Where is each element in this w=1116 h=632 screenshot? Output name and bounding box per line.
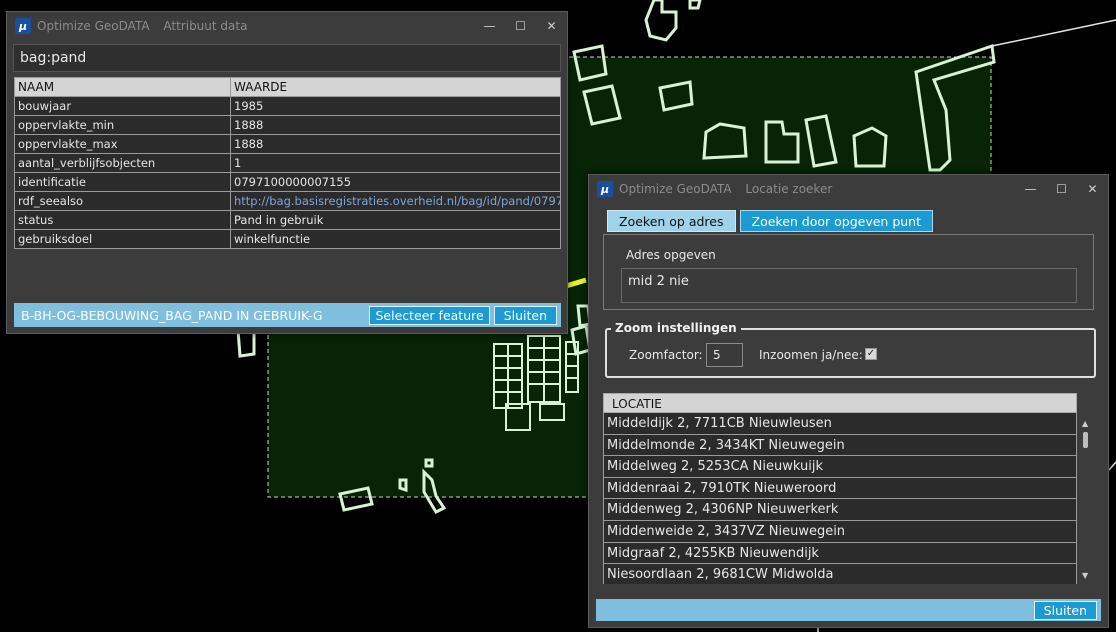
list-item[interactable]: Middeldijk 2, 7711CB Nieuwleusen (603, 413, 1077, 435)
list-item[interactable]: Middelweg 2, 5253CA Nieuwkuijk (603, 456, 1077, 478)
zoom-settings-legend: Zoom instellingen (611, 321, 741, 335)
window-title: Optimize GeoDATA Attribuut data (37, 19, 474, 33)
table-header-row: NAAM WAARDE (14, 77, 561, 97)
list-scrollbar[interactable]: ▲ ▼ (1079, 413, 1093, 584)
close-button[interactable]: ✕ (1077, 182, 1108, 196)
close-attribute-button[interactable]: Sluiten (493, 305, 557, 325)
close-button[interactable]: ✕ (536, 19, 567, 33)
attribute-value: 1985 (230, 96, 561, 116)
list-item[interactable]: Niesoordlaan 2, 9681CW Midwolda (603, 564, 1077, 584)
attribute-footer-bar: B-BH-OG-BEBOUWING_BAG_PAND IN GEBRUIK-G … (14, 303, 561, 327)
select-feature-button[interactable]: Selecteer feature (369, 305, 490, 325)
attribute-window-titlebar[interactable]: μ Optimize GeoDATA Attribuut data — ☐ ✕ (7, 12, 567, 40)
list-item[interactable]: Middenweg 2, 4306NP Nieuwerkerk (603, 499, 1077, 521)
attribute-value: 1888 (230, 134, 561, 154)
column-header-value[interactable]: WAARDE (230, 77, 561, 97)
address-input[interactable]: mid 2 nie (621, 268, 1077, 303)
address-panel: Adres opgeven mid 2 nie (603, 234, 1094, 310)
attribute-name: identificatie (14, 172, 231, 192)
address-label: Adres opgeven (626, 248, 716, 262)
zoomfactor-label: Zoomfactor: (629, 348, 703, 362)
scrollbar-thumb[interactable] (1083, 432, 1088, 448)
table-row[interactable]: bouwjaar 1985 (14, 96, 561, 116)
column-header-name[interactable]: NAAM (14, 77, 231, 97)
road-line (1108, 461, 1116, 471)
minimize-button[interactable]: — (474, 19, 505, 33)
tab-search-by-address[interactable]: Zoeken op adres (607, 210, 736, 232)
attribute-name: status (14, 210, 231, 230)
attribute-value: Pand in gebruik (230, 210, 561, 230)
building-outline (688, 0, 702, 10)
list-item[interactable]: Middenweide 2, 3437VZ Nieuwegein (603, 520, 1077, 543)
location-column-header[interactable]: LOCATIE (603, 393, 1077, 413)
attribute-name: oppervlakte_max (14, 134, 231, 154)
attribute-data-window: μ Optimize GeoDATA Attribuut data — ☐ ✕ … (6, 11, 568, 334)
attribute-value: winkelfunctie (230, 229, 561, 249)
inzoomen-label: Inzoomen ja/nee: (759, 348, 863, 362)
zoom-settings-group: Zoom instellingen Zoomfactor: 5 Inzoomen… (605, 321, 1096, 378)
table-row[interactable]: rdf_seealso http://bag.basisregistraties.… (14, 191, 561, 211)
location-finder-window: μ Optimize GeoDATA Locatie zoeker — ☐ ✕ … (588, 174, 1109, 628)
attribute-table: NAAM WAARDE bouwjaar 1985 oppervlakte_min… (14, 77, 561, 249)
minimize-button[interactable]: — (1015, 182, 1046, 196)
road-line (991, 19, 1116, 47)
list-item[interactable]: Midgraaf 2, 4255KB Nieuwendijk (603, 542, 1077, 565)
attribute-name: bouwjaar (14, 96, 231, 116)
table-row[interactable]: gebruiksdoel winkelfunctie (14, 229, 561, 249)
scroll-down-icon[interactable]: ▼ (1082, 571, 1088, 580)
attribute-name: gebruiksdoel (14, 229, 231, 249)
building-outline (644, 0, 678, 42)
zoomfactor-input[interactable]: 5 (706, 343, 743, 367)
list-item[interactable]: Middelmonde 2, 3434KT Nieuwegein (603, 434, 1077, 457)
window-title: Optimize GeoDATA Locatie zoeker (619, 182, 1015, 196)
close-location-button[interactable]: Sluiten (1033, 600, 1097, 620)
desktop-stage: μ Optimize GeoDATA Attribuut data — ☐ ✕ … (0, 0, 1116, 632)
tab-search-by-point[interactable]: Zoeken door opgeven punt (739, 210, 933, 232)
app-logo-icon: μ (15, 18, 31, 34)
maximize-button[interactable]: ☐ (505, 19, 536, 33)
window-title-text: Attribuut data (163, 19, 248, 33)
location-window-titlebar[interactable]: μ Optimize GeoDATA Locatie zoeker — ☐ ✕ (589, 175, 1108, 203)
table-row[interactable]: identificatie 0797100000007155 (14, 172, 561, 192)
table-row[interactable]: aantal_verblijfsobjecten 1 (14, 153, 561, 173)
seealso-link[interactable]: http://bag.basisregistraties.overheid.nl… (230, 191, 561, 211)
table-row[interactable]: oppervlakte_min 1888 (14, 115, 561, 135)
app-name: Optimize GeoDATA (37, 19, 150, 33)
attribute-name: rdf_seealso (14, 191, 231, 211)
attribute-value: 1 (230, 153, 561, 173)
scroll-up-icon[interactable]: ▲ (1082, 419, 1088, 428)
layer-name-label: B-BH-OG-BEBOUWING_BAG_PAND IN GEBRUIK-G (21, 307, 323, 323)
check-mark-icon: ✓ (866, 348, 876, 359)
attribute-value: 1888 (230, 115, 561, 135)
attribute-value: 0797100000007155 (230, 172, 561, 192)
app-logo-icon: μ (597, 181, 613, 197)
table-row[interactable]: status Pand in gebruik (14, 210, 561, 230)
search-tabs: Zoeken op adres Zoeken door opgeven punt (607, 210, 937, 232)
attribute-name: aantal_verblijfsobjecten (14, 153, 231, 173)
location-list[interactable]: LOCATIE Middeldijk 2, 7711CB Nieuwleusen… (603, 393, 1093, 584)
app-name: Optimize GeoDATA (619, 182, 732, 196)
attribute-name: oppervlakte_min (14, 115, 231, 135)
layer-heading: bag:pand (13, 44, 561, 72)
list-item[interactable]: Middenraai 2, 7910TK Nieuweroord (603, 477, 1077, 500)
inzoomen-checkbox[interactable]: ✓ (865, 348, 877, 360)
window-title-text: Locatie zoeker (745, 182, 833, 196)
location-footer-bar: Sluiten (596, 599, 1101, 621)
maximize-button[interactable]: ☐ (1046, 182, 1077, 196)
table-row[interactable]: oppervlakte_max 1888 (14, 134, 561, 154)
